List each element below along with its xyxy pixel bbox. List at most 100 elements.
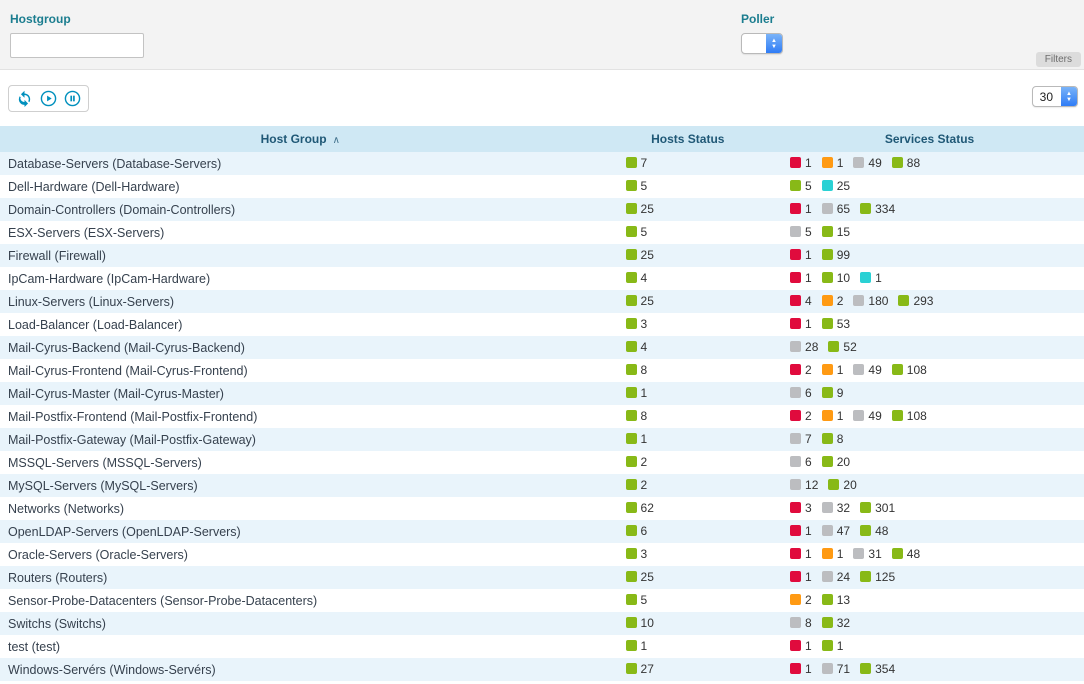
services-status-badge-unknown[interactable]: 49 [853, 156, 881, 170]
services-status-badge-ok[interactable]: 52 [828, 340, 856, 354]
services-status-badge-ok[interactable]: 15 [822, 225, 850, 239]
services-status-badge-ok[interactable]: 48 [860, 524, 888, 538]
hosts-status-badge-up[interactable]: 5 [626, 593, 648, 607]
page-size-select[interactable]: 30 ▲▼ [1032, 86, 1078, 107]
services-status-badge-ok[interactable]: 53 [822, 317, 850, 331]
hosts-status-badge-up[interactable]: 10 [626, 616, 654, 630]
hostgroup-link[interactable]: MySQL-Servers (MySQL-Servers) [8, 479, 198, 493]
services-status-badge-ok[interactable]: 334 [860, 202, 895, 216]
services-status-badge-critical[interactable]: 1 [790, 570, 812, 584]
hosts-status-badge-up[interactable]: 6 [626, 524, 648, 538]
services-status-badge-critical[interactable]: 4 [790, 294, 812, 308]
services-status-badge-unknown[interactable]: 47 [822, 524, 850, 538]
refresh-icon[interactable] [16, 90, 33, 107]
services-status-badge-critical[interactable]: 1 [790, 524, 812, 538]
services-status-badge-unknown[interactable]: 31 [853, 547, 881, 561]
services-status-badge-unknown[interactable]: 71 [822, 662, 850, 676]
services-status-badge-unknown[interactable]: 7 [790, 432, 812, 446]
services-status-badge-critical[interactable]: 1 [790, 248, 812, 262]
services-status-badge-unknown[interactable]: 6 [790, 386, 812, 400]
hostgroup-link[interactable]: test (test) [8, 640, 60, 654]
hostgroup-link[interactable]: Database-Servers (Database-Servers) [8, 157, 221, 171]
hosts-status-badge-up[interactable]: 25 [626, 202, 654, 216]
hostgroup-link[interactable]: Load-Balancer (Load-Balancer) [8, 318, 182, 332]
services-status-badge-pending[interactable]: 1 [860, 271, 882, 285]
column-header-services-status[interactable]: Services Status [775, 126, 1084, 152]
services-status-badge-ok[interactable]: 88 [892, 156, 920, 170]
services-status-badge-unknown[interactable]: 49 [853, 409, 881, 423]
services-status-badge-pending[interactable]: 25 [822, 179, 850, 193]
hostgroup-link[interactable]: MSSQL-Servers (MSSQL-Servers) [8, 456, 202, 470]
services-status-badge-unknown[interactable]: 8 [790, 616, 812, 630]
services-status-badge-unknown[interactable]: 12 [790, 478, 818, 492]
services-status-badge-unknown[interactable]: 49 [853, 363, 881, 377]
services-status-badge-critical[interactable]: 2 [790, 363, 812, 377]
hosts-status-badge-up[interactable]: 25 [626, 248, 654, 262]
services-status-badge-critical[interactable]: 1 [790, 547, 812, 561]
hosts-status-badge-up[interactable]: 1 [626, 432, 648, 446]
services-status-badge-ok[interactable]: 301 [860, 501, 895, 515]
hosts-status-badge-up[interactable]: 1 [626, 386, 648, 400]
hostgroup-link[interactable]: Dell-Hardware (Dell-Hardware) [8, 180, 180, 194]
services-status-badge-warning[interactable]: 1 [822, 547, 844, 561]
hosts-status-badge-up[interactable]: 8 [626, 363, 648, 377]
services-status-badge-ok[interactable]: 99 [822, 248, 850, 262]
services-status-badge-ok[interactable]: 20 [828, 478, 856, 492]
services-status-badge-critical[interactable]: 2 [790, 409, 812, 423]
hosts-status-badge-up[interactable]: 25 [626, 294, 654, 308]
hostgroup-link[interactable]: Switchs (Switchs) [8, 617, 106, 631]
services-status-badge-ok[interactable]: 108 [892, 409, 927, 423]
services-status-badge-ok[interactable]: 108 [892, 363, 927, 377]
hostgroup-link[interactable]: Oracle-Servers (Oracle-Servers) [8, 548, 188, 562]
services-status-badge-ok[interactable]: 354 [860, 662, 895, 676]
hosts-status-badge-up[interactable]: 4 [626, 271, 648, 285]
hosts-status-badge-up[interactable]: 8 [626, 409, 648, 423]
services-status-badge-warning[interactable]: 2 [822, 294, 844, 308]
hostgroup-link[interactable]: Windows-Servérs (Windows-Servérs) [8, 663, 216, 677]
hosts-status-badge-up[interactable]: 4 [626, 340, 648, 354]
services-status-badge-ok[interactable]: 9 [822, 386, 844, 400]
hosts-status-badge-up[interactable]: 5 [626, 179, 648, 193]
hostgroup-link[interactable]: IpCam-Hardware (IpCam-Hardware) [8, 272, 210, 286]
services-status-badge-unknown[interactable]: 32 [822, 501, 850, 515]
services-status-badge-critical[interactable]: 3 [790, 501, 812, 515]
hosts-status-badge-up[interactable]: 5 [626, 225, 648, 239]
services-status-badge-ok[interactable]: 8 [822, 432, 844, 446]
services-status-badge-ok[interactable]: 1 [822, 639, 844, 653]
services-status-badge-warning[interactable]: 2 [790, 593, 812, 607]
services-status-badge-ok[interactable]: 32 [822, 616, 850, 630]
pause-icon[interactable] [64, 90, 81, 107]
services-status-badge-ok[interactable]: 20 [822, 455, 850, 469]
hostgroup-link[interactable]: Mail-Postfix-Frontend (Mail-Postfix-Fron… [8, 410, 257, 424]
hostgroup-link[interactable]: Sensor-Probe-Datacenters (Sensor-Probe-D… [8, 594, 317, 608]
services-status-badge-warning[interactable]: 1 [822, 409, 844, 423]
services-status-badge-critical[interactable]: 1 [790, 662, 812, 676]
hostgroup-link[interactable]: ESX-Servers (ESX-Servers) [8, 226, 164, 240]
hosts-status-badge-up[interactable]: 27 [626, 662, 654, 676]
hostgroup-link[interactable]: Mail-Cyrus-Backend (Mail-Cyrus-Backend) [8, 341, 245, 355]
hostgroup-link[interactable]: Mail-Postfix-Gateway (Mail-Postfix-Gatew… [8, 433, 256, 447]
poller-select[interactable]: ▲▼ [741, 33, 783, 54]
services-status-badge-ok[interactable]: 125 [860, 570, 895, 584]
services-status-badge-unknown[interactable]: 24 [822, 570, 850, 584]
hosts-status-badge-up[interactable]: 2 [626, 478, 648, 492]
hostgroup-link[interactable]: Firewall (Firewall) [8, 249, 106, 263]
hostgroup-link[interactable]: Linux-Servers (Linux-Servers) [8, 295, 174, 309]
hostgroup-link[interactable]: Networks (Networks) [8, 502, 124, 516]
hosts-status-badge-up[interactable]: 62 [626, 501, 654, 515]
hostgroup-link[interactable]: Domain-Controllers (Domain-Controllers) [8, 203, 235, 217]
hosts-status-badge-up[interactable]: 1 [626, 639, 648, 653]
hosts-status-badge-up[interactable]: 25 [626, 570, 654, 584]
hostgroup-filter-input[interactable] [10, 33, 144, 58]
services-status-badge-unknown[interactable]: 28 [790, 340, 818, 354]
services-status-badge-warning[interactable]: 1 [822, 156, 844, 170]
hosts-status-badge-up[interactable]: 2 [626, 455, 648, 469]
services-status-badge-unknown[interactable]: 180 [853, 294, 888, 308]
hosts-status-badge-up[interactable]: 3 [626, 547, 648, 561]
services-status-badge-ok[interactable]: 10 [822, 271, 850, 285]
services-status-badge-unknown[interactable]: 65 [822, 202, 850, 216]
services-status-badge-critical[interactable]: 1 [790, 317, 812, 331]
filters-toggle-tab[interactable]: Filters [1036, 52, 1081, 67]
column-header-host-group[interactable]: Host Group∧ [0, 126, 601, 152]
services-status-badge-ok[interactable]: 293 [898, 294, 933, 308]
